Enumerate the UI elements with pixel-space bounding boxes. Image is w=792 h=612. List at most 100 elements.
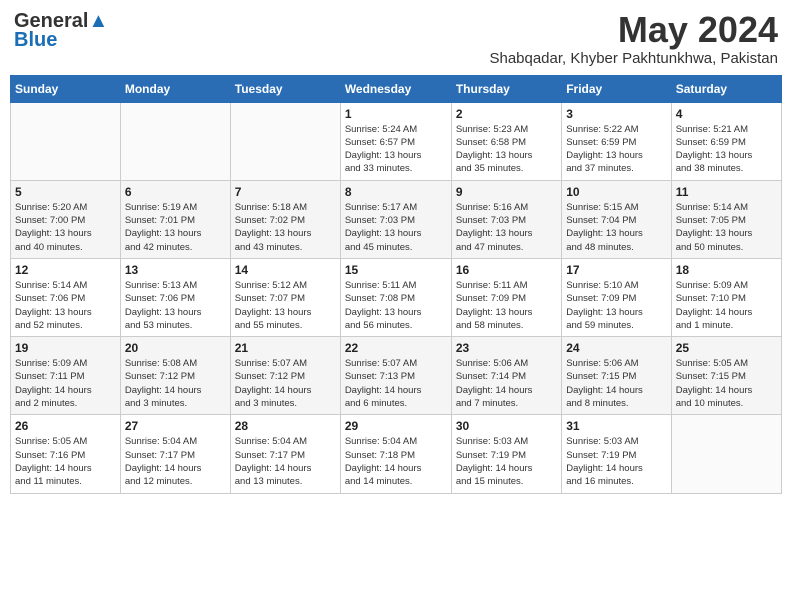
calendar-cell: 15 Sunrise: 5:11 AM Sunset: 7:08 PM Dayli…	[340, 258, 451, 336]
title-area: May 2024 Shabqadar, Khyber Pakhtunkhwa, …	[489, 10, 778, 67]
weekday-header-row: SundayMondayTuesdayWednesdayThursdayFrid…	[11, 75, 782, 102]
week-row-5: 26Sunrise: 5:05 AM Sunset: 7:16 PM Dayli…	[11, 415, 782, 493]
calendar-cell: 30Sunrise: 5:03 AM Sunset: 7:19 PM Dayli…	[451, 415, 561, 493]
page-header: General▲ Blue May 2024 Shabqadar, Khyber…	[10, 10, 782, 67]
calendar-cell: 17 Sunrise: 5:10 AM Sunset: 7:09 PM Dayli…	[562, 258, 671, 336]
day-info: Sunrise: 5:24 AM Sunset: 6:57 PM Dayligh…	[345, 123, 447, 176]
calendar-cell: 2Sunrise: 5:23 AM Sunset: 6:58 PM Daylig…	[451, 102, 561, 180]
day-info: Sunrise: 5:04 AM Sunset: 7:18 PM Dayligh…	[345, 435, 447, 488]
day-number: 17	[566, 263, 666, 277]
day-number: 2	[456, 107, 557, 121]
day-info: Sunrise: 5:18 AM Sunset: 7:02 PM Dayligh…	[235, 201, 336, 254]
calendar-cell: 25 Sunrise: 5:05 AM Sunset: 7:15 PM Dayli…	[671, 337, 781, 415]
logo: General▲ Blue	[14, 10, 108, 52]
day-info: Sunrise: 5:13 AM Sunset: 7:06 PM Dayligh…	[125, 279, 226, 332]
day-info: Sunrise: 5:08 AM Sunset: 7:12 PM Dayligh…	[125, 357, 226, 410]
calendar-cell: 12 Sunrise: 5:14 AM Sunset: 7:06 PM Dayli…	[11, 258, 121, 336]
calendar-cell: 24Sunrise: 5:06 AM Sunset: 7:15 PM Dayli…	[562, 337, 671, 415]
day-number: 27	[125, 419, 226, 433]
day-number: 14	[235, 263, 336, 277]
calendar-cell	[120, 102, 230, 180]
day-info: Sunrise: 5:05 AM Sunset: 7:16 PM Dayligh…	[15, 435, 116, 488]
calendar-cell: 4 Sunrise: 5:21 AM Sunset: 6:59 PM Daylig…	[671, 102, 781, 180]
calendar-cell: 7 Sunrise: 5:18 AM Sunset: 7:02 PM Daylig…	[230, 180, 340, 258]
day-number: 30	[456, 419, 557, 433]
calendar-cell: 20 Sunrise: 5:08 AM Sunset: 7:12 PM Dayli…	[120, 337, 230, 415]
day-number: 12	[15, 263, 116, 277]
day-number: 15	[345, 263, 447, 277]
day-info: Sunrise: 5:04 AM Sunset: 7:17 PM Dayligh…	[125, 435, 226, 488]
calendar-table: SundayMondayTuesdayWednesdayThursdayFrid…	[10, 75, 782, 494]
day-info: Sunrise: 5:17 AM Sunset: 7:03 PM Dayligh…	[345, 201, 447, 254]
day-info: Sunrise: 5:09 AM Sunset: 7:10 PM Dayligh…	[676, 279, 777, 332]
calendar-cell	[230, 102, 340, 180]
day-info: Sunrise: 5:10 AM Sunset: 7:09 PM Dayligh…	[566, 279, 666, 332]
calendar-cell: 21 Sunrise: 5:07 AM Sunset: 7:12 PM Dayli…	[230, 337, 340, 415]
calendar-body: 1 Sunrise: 5:24 AM Sunset: 6:57 PM Daylig…	[11, 102, 782, 493]
weekday-header-tuesday: Tuesday	[230, 75, 340, 102]
day-info: Sunrise: 5:07 AM Sunset: 7:12 PM Dayligh…	[235, 357, 336, 410]
day-info: Sunrise: 5:12 AM Sunset: 7:07 PM Dayligh…	[235, 279, 336, 332]
week-row-3: 12 Sunrise: 5:14 AM Sunset: 7:06 PM Dayli…	[11, 258, 782, 336]
day-number: 18	[676, 263, 777, 277]
weekday-header-friday: Friday	[562, 75, 671, 102]
calendar-cell: 9 Sunrise: 5:16 AM Sunset: 7:03 PM Daylig…	[451, 180, 561, 258]
month-title: May 2024	[489, 10, 778, 50]
day-info: Sunrise: 5:15 AM Sunset: 7:04 PM Dayligh…	[566, 201, 666, 254]
calendar-cell: 28Sunrise: 5:04 AM Sunset: 7:17 PM Dayli…	[230, 415, 340, 493]
calendar-cell: 5 Sunrise: 5:20 AM Sunset: 7:00 PM Daylig…	[11, 180, 121, 258]
day-number: 22	[345, 341, 447, 355]
day-info: Sunrise: 5:11 AM Sunset: 7:08 PM Dayligh…	[345, 279, 447, 332]
week-row-1: 1 Sunrise: 5:24 AM Sunset: 6:57 PM Daylig…	[11, 102, 782, 180]
day-number: 25	[676, 341, 777, 355]
day-info: Sunrise: 5:21 AM Sunset: 6:59 PM Dayligh…	[676, 123, 777, 176]
day-info: Sunrise: 5:14 AM Sunset: 7:06 PM Dayligh…	[15, 279, 116, 332]
day-number: 11	[676, 185, 777, 199]
calendar-cell: 6Sunrise: 5:19 AM Sunset: 7:01 PM Daylig…	[120, 180, 230, 258]
day-info: Sunrise: 5:09 AM Sunset: 7:11 PM Dayligh…	[15, 357, 116, 410]
day-number: 24	[566, 341, 666, 355]
day-info: Sunrise: 5:06 AM Sunset: 7:14 PM Dayligh…	[456, 357, 557, 410]
week-row-4: 19 Sunrise: 5:09 AM Sunset: 7:11 PM Dayli…	[11, 337, 782, 415]
day-info: Sunrise: 5:20 AM Sunset: 7:00 PM Dayligh…	[15, 201, 116, 254]
calendar-cell: 10 Sunrise: 5:15 AM Sunset: 7:04 PM Dayli…	[562, 180, 671, 258]
weekday-header-saturday: Saturday	[671, 75, 781, 102]
day-number: 7	[235, 185, 336, 199]
day-number: 10	[566, 185, 666, 199]
day-number: 21	[235, 341, 336, 355]
calendar-cell: 13 Sunrise: 5:13 AM Sunset: 7:06 PM Dayli…	[120, 258, 230, 336]
day-info: Sunrise: 5:07 AM Sunset: 7:13 PM Dayligh…	[345, 357, 447, 410]
day-number: 31	[566, 419, 666, 433]
calendar-cell: 1 Sunrise: 5:24 AM Sunset: 6:57 PM Daylig…	[340, 102, 451, 180]
day-number: 4	[676, 107, 777, 121]
day-number: 20	[125, 341, 226, 355]
day-number: 19	[15, 341, 116, 355]
day-info: Sunrise: 5:03 AM Sunset: 7:19 PM Dayligh…	[566, 435, 666, 488]
day-number: 28	[235, 419, 336, 433]
calendar-cell: 19 Sunrise: 5:09 AM Sunset: 7:11 PM Dayli…	[11, 337, 121, 415]
calendar-cell: 22 Sunrise: 5:07 AM Sunset: 7:13 PM Dayli…	[340, 337, 451, 415]
day-number: 8	[345, 185, 447, 199]
location-title: Shabqadar, Khyber Pakhtunkhwa, Pakistan	[489, 50, 778, 67]
calendar-cell: 3Sunrise: 5:22 AM Sunset: 6:59 PM Daylig…	[562, 102, 671, 180]
calendar-cell: 14 Sunrise: 5:12 AM Sunset: 7:07 PM Dayli…	[230, 258, 340, 336]
day-number: 29	[345, 419, 447, 433]
day-number: 13	[125, 263, 226, 277]
day-number: 1	[345, 107, 447, 121]
day-number: 5	[15, 185, 116, 199]
weekday-header-monday: Monday	[120, 75, 230, 102]
calendar-cell: 8 Sunrise: 5:17 AM Sunset: 7:03 PM Daylig…	[340, 180, 451, 258]
calendar-cell: 23 Sunrise: 5:06 AM Sunset: 7:14 PM Dayli…	[451, 337, 561, 415]
day-number: 9	[456, 185, 557, 199]
day-number: 23	[456, 341, 557, 355]
calendar-cell: 29 Sunrise: 5:04 AM Sunset: 7:18 PM Dayli…	[340, 415, 451, 493]
calendar-cell: 31 Sunrise: 5:03 AM Sunset: 7:19 PM Dayli…	[562, 415, 671, 493]
calendar-cell: 26Sunrise: 5:05 AM Sunset: 7:16 PM Dayli…	[11, 415, 121, 493]
day-info: Sunrise: 5:16 AM Sunset: 7:03 PM Dayligh…	[456, 201, 557, 254]
calendar-cell: 11 Sunrise: 5:14 AM Sunset: 7:05 PM Dayli…	[671, 180, 781, 258]
calendar-cell	[11, 102, 121, 180]
calendar-cell: 18 Sunrise: 5:09 AM Sunset: 7:10 PM Dayli…	[671, 258, 781, 336]
day-info: Sunrise: 5:05 AM Sunset: 7:15 PM Dayligh…	[676, 357, 777, 410]
calendar-cell: 27 Sunrise: 5:04 AM Sunset: 7:17 PM Dayli…	[120, 415, 230, 493]
day-info: Sunrise: 5:14 AM Sunset: 7:05 PM Dayligh…	[676, 201, 777, 254]
